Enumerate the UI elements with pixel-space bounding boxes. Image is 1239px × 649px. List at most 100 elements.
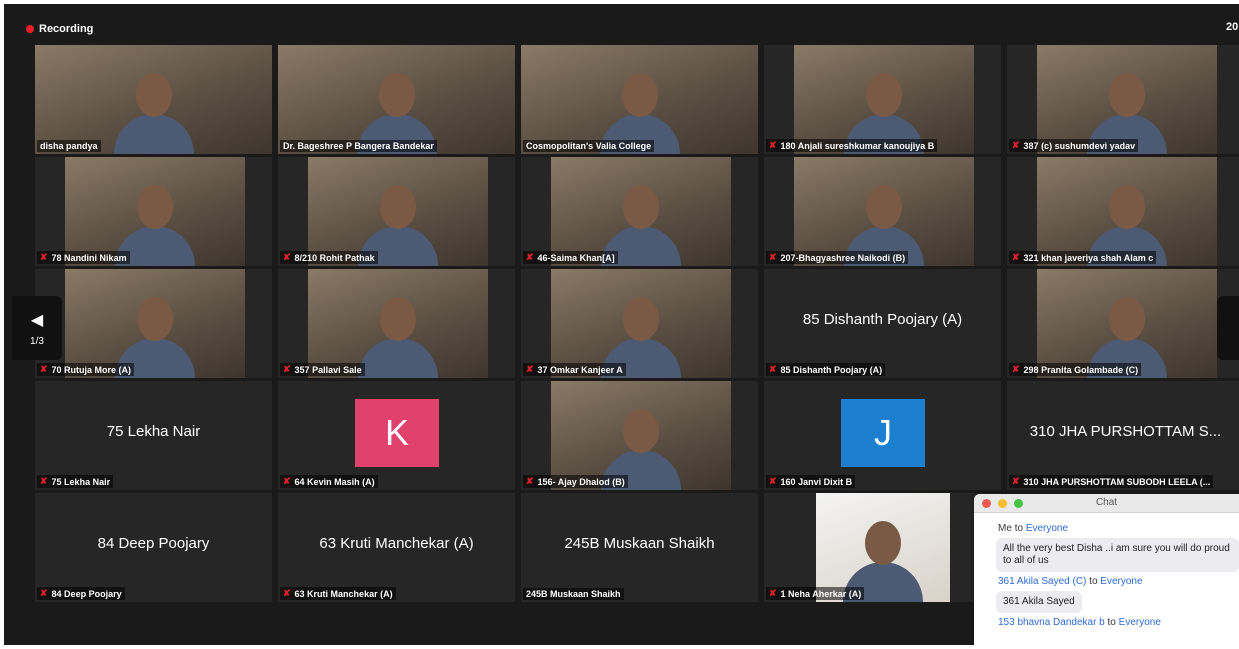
participant-face	[1109, 297, 1145, 342]
participant-name-label: ✘ 310 JHA PURSHOTTAM SUBODH LEELA (...	[1009, 475, 1214, 488]
participant-name-label: ✘ 85 Dishanth Poojary (A)	[766, 363, 886, 376]
participant-face	[137, 185, 173, 230]
participant-name-label: ✘ 357 Pallavi Sale	[280, 363, 365, 376]
participant-name-label: ✘ 298 Pranita Golambade (C)	[1009, 363, 1142, 376]
participant-tile[interactable]: disha pandya	[35, 45, 272, 154]
chat-messages: Me to Everyone All the very best Disha .…	[974, 513, 1239, 628]
avatar: K	[355, 399, 439, 467]
mic-muted-icon: ✘	[283, 588, 291, 598]
mic-muted-icon: ✘	[283, 476, 291, 486]
mic-muted-icon: ✘	[1012, 252, 1020, 262]
participant-name-label: ✘ 207-Bhagyashree Naikodi (B)	[766, 251, 909, 264]
chat-to-word: to	[1014, 523, 1024, 534]
participant-tile[interactable]: ✘ 46-Saima Khan[A]	[521, 157, 758, 266]
chat-sender: 153 bhavna Dandekar b to Everyone	[998, 617, 1239, 628]
mic-muted-icon: ✘	[526, 252, 534, 262]
mic-muted-icon: ✘	[769, 364, 777, 374]
mic-muted-icon: ✘	[769, 252, 777, 262]
participant-name-label: Cosmopolitan's Valia College	[523, 140, 655, 152]
participant-tile[interactable]: K ✘ 64 Kevin Masih (A)	[278, 381, 515, 490]
chat-recipient[interactable]: Everyone	[1026, 523, 1068, 534]
participant-tile[interactable]: ✘ 1 Neha Aherkar (A)	[764, 493, 1001, 602]
participant-name: Cosmopolitan's Valia College	[526, 141, 652, 151]
chat-title: Chat	[1095, 497, 1118, 508]
participant-tile[interactable]: 245B Muskaan Shaikh 245B Muskaan Shaikh	[521, 493, 758, 602]
participant-video	[65, 269, 245, 378]
participant-tile[interactable]: ✘ 156- Ajay Dhalod (B)	[521, 381, 758, 490]
participant-video	[308, 269, 488, 378]
chat-sender-name[interactable]: 361 Akila Sayed (C)	[998, 576, 1086, 587]
participant-tile[interactable]: ✘ 357 Pallavi Sale	[278, 269, 515, 378]
chat-to-word: to	[1107, 617, 1116, 628]
participant-video	[35, 45, 272, 154]
previous-page-button[interactable]: ◀ 1/3	[12, 296, 62, 360]
participant-name-label: ✘ 37 Omkar Kanjeer A	[523, 363, 626, 376]
mic-muted-icon: ✘	[283, 252, 291, 262]
participant-name: 298 Pranita Golambade (C)	[1023, 364, 1139, 375]
participant-tile[interactable]: ✘ 78 Nandini Nikam	[35, 157, 272, 266]
participant-tile[interactable]: 310 JHA PURSHOTTAM S... ✘ 310 JHA PURSHOTT…	[1007, 381, 1239, 490]
participant-name-label: ✘ 8/210 Rohit Pathak	[280, 251, 378, 264]
participant-video	[551, 381, 731, 490]
participant-name: Dr. Bageshree P Bangera Bandekar	[283, 141, 434, 151]
next-page-button[interactable]	[1217, 296, 1239, 360]
participant-name: 387 (c) sushumdevi yadav	[1023, 140, 1136, 151]
recording-indicator[interactable]: Recording	[26, 21, 93, 37]
participant-face	[378, 73, 415, 118]
participant-name: 245B Muskaan Shaikh	[526, 589, 621, 599]
participant-tile[interactable]: ✘ 207-Bhagyashree Naikodi (B)	[764, 157, 1001, 266]
chat-sender-name[interactable]: 153 bhavna Dandekar b	[998, 617, 1105, 628]
participant-tile[interactable]: ✘ 70 Rutuja More (A)	[35, 269, 272, 378]
participant-display-name: 310 JHA PURSHOTTAM S...	[1029, 423, 1222, 440]
participant-tile[interactable]: 63 Kruti Manchekar (A) ✘ 63 Kruti Mancheka…	[278, 493, 515, 602]
participant-tile[interactable]: J ✘ 160 Janvi Dixit B	[764, 381, 1001, 490]
participant-name-label: ✘ 64 Kevin Masih (A)	[280, 475, 378, 488]
participant-face	[1109, 73, 1145, 118]
participant-tile[interactable]: Dr. Bageshree P Bangera Bandekar	[278, 45, 515, 154]
participant-name-label: disha pandya	[37, 140, 101, 152]
participant-tile[interactable]: ✘ 321 khan javeriya shah Alam c	[1007, 157, 1239, 266]
participant-video	[551, 157, 731, 266]
participant-name: 1 Neha Aherkar (A)	[780, 588, 862, 599]
mic-muted-icon: ✘	[769, 476, 777, 486]
participant-video	[816, 493, 950, 602]
chat-recipient[interactable]: Everyone	[1100, 576, 1142, 587]
participant-name: 84 Deep Poojary	[51, 588, 122, 599]
mic-muted-icon: ✘	[40, 476, 48, 486]
participant-display-name: 63 Kruti Manchekar (A)	[319, 535, 474, 552]
participant-face	[866, 73, 902, 118]
participant-face	[623, 409, 659, 454]
participant-tile[interactable]: Cosmopolitan's Valia College	[521, 45, 758, 154]
participant-name: 64 Kevin Masih (A)	[294, 476, 375, 487]
participant-tile[interactable]: ✘ 37 Omkar Kanjeer A	[521, 269, 758, 378]
participant-name: 160 Janvi Dixit B	[780, 476, 853, 487]
participant-video	[1037, 45, 1217, 154]
participant-video	[278, 45, 515, 154]
participant-tile[interactable]: ✘ 298 Pranita Golambade (C)	[1007, 269, 1239, 378]
participant-tile[interactable]: ✘ 180 Anjali sureshkumar kanoujiya B	[764, 45, 1001, 154]
page-indicator: 1/3	[30, 335, 44, 347]
mic-muted-icon: ✘	[526, 476, 534, 486]
participant-name-label: ✘ 387 (c) sushumdevi yadav	[1009, 139, 1139, 152]
participant-tile[interactable]: 75 Lekha Nair ✘ 75 Lekha Nair	[35, 381, 272, 490]
participant-name: disha pandya	[40, 141, 98, 151]
participant-tile[interactable]: ✘ 8/210 Rohit Pathak	[278, 157, 515, 266]
meeting-window: Recording 20 disha pandya Dr. Bageshree P…	[4, 4, 1239, 645]
recording-label: Recording	[39, 23, 94, 35]
participant-name-label: ✘ 1 Neha Aherkar (A)	[766, 587, 865, 600]
avatar: J	[841, 399, 925, 467]
mic-muted-icon: ✘	[40, 588, 48, 598]
participant-face	[623, 185, 659, 230]
participant-tile[interactable]: 84 Deep Poojary ✘ 84 Deep Poojary	[35, 493, 272, 602]
participant-name: 37 Omkar Kanjeer A	[537, 364, 623, 375]
participant-name: 156- Ajay Dhalod (B)	[537, 476, 625, 487]
participant-name: 321 khan javeriya shah Alam c	[1023, 252, 1154, 263]
participant-name: 85 Dishanth Poojary (A)	[780, 364, 883, 375]
mic-muted-icon: ✘	[1012, 140, 1020, 150]
participant-face	[1109, 185, 1145, 230]
participant-tile[interactable]: 85 Dishanth Poojary (A) ✘ 85 Dishanth Pooj…	[764, 269, 1001, 378]
participant-display-name: 85 Dishanth Poojary (A)	[802, 311, 963, 328]
chat-recipient[interactable]: Everyone	[1119, 617, 1161, 628]
participant-name-label: ✘ 78 Nandini Nikam	[37, 251, 130, 264]
participant-tile[interactable]: ✘ 387 (c) sushumdevi yadav	[1007, 45, 1239, 154]
